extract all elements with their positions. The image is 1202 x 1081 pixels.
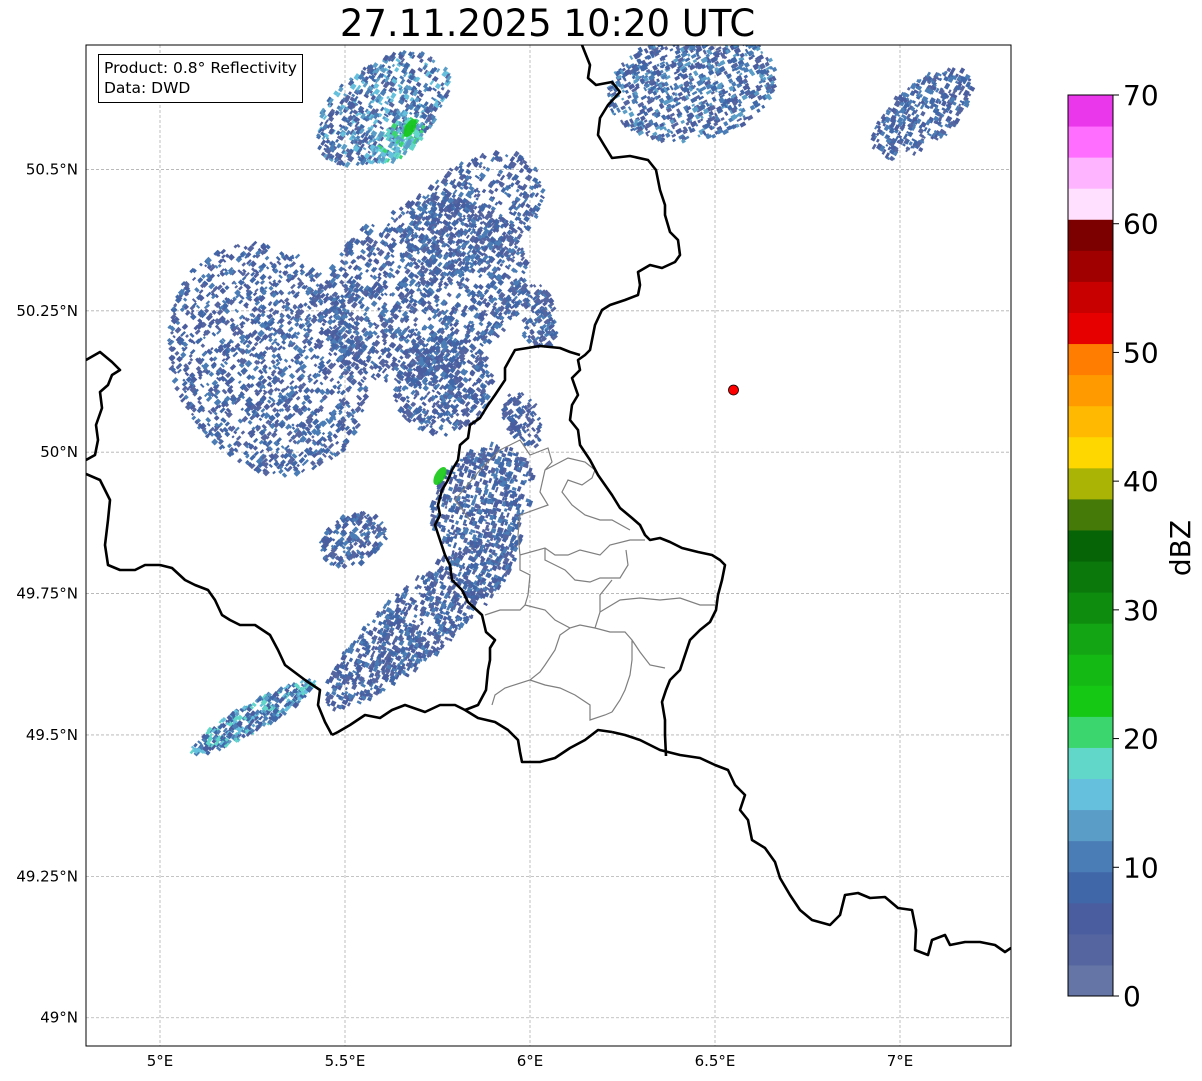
colorbar-segment (1068, 685, 1113, 717)
colorbar-tick-label: 40 (1123, 465, 1159, 498)
colorbar-segments (1068, 95, 1113, 997)
colorbar-segment (1068, 623, 1113, 655)
colorbar-segment (1068, 126, 1113, 158)
colorbar-ticks: 0 10 20 30 40 50 60 70 (1113, 79, 1159, 1013)
colorbar-segment (1068, 840, 1113, 873)
colorbar-segment (1068, 343, 1113, 376)
colorbar-tick-label: 30 (1123, 594, 1159, 627)
colorbar-segment (1068, 436, 1113, 469)
colorbar-label: dBZ (1164, 520, 1197, 576)
colorbar-tick-label: 50 (1123, 336, 1159, 369)
colorbar-segment (1068, 250, 1113, 282)
colorbar-segment (1068, 654, 1113, 686)
colorbar-segment (1068, 902, 1113, 935)
colorbar-segment (1068, 498, 1113, 531)
colorbar-segment (1068, 188, 1113, 220)
colorbar-segment (1068, 964, 1113, 997)
colorbar-segment (1068, 467, 1113, 500)
colorbar-segment (1068, 933, 1113, 966)
colorbar-tick-label: 10 (1123, 851, 1159, 884)
colorbar-segment (1068, 374, 1113, 407)
colorbar-tick-label: 60 (1123, 208, 1159, 241)
colorbar-segment (1068, 95, 1113, 127)
colorbar-segment (1068, 809, 1113, 842)
colorbar-segment (1068, 747, 1113, 780)
colorbar-segment (1068, 281, 1113, 313)
colorbar-segment (1068, 592, 1113, 624)
colorbar-segment (1068, 716, 1113, 748)
colorbar-segment (1068, 529, 1113, 562)
colorbar-segment (1068, 219, 1113, 251)
colorbar-segment (1068, 871, 1113, 904)
colorbar-segment (1068, 157, 1113, 189)
colorbar: 0 10 20 30 40 50 60 70 dBZ (1067, 79, 1197, 1013)
colorbar-segment (1068, 312, 1113, 345)
colorbar-segment (1068, 405, 1113, 438)
colorbar-tick-label: 0 (1123, 980, 1141, 1013)
colorbar-tick-label: 20 (1123, 723, 1159, 756)
colorbar-segment (1068, 561, 1113, 593)
colorbar-segment (1068, 778, 1113, 811)
colorbar-tick-label: 70 (1123, 79, 1159, 112)
